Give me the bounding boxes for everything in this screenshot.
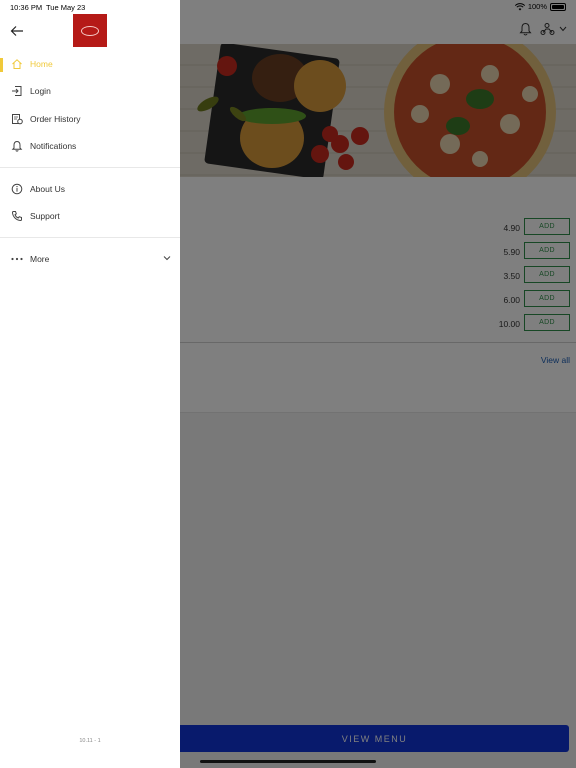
phone-icon (11, 211, 22, 222)
active-indicator (0, 58, 3, 72)
status-bar: 10:36 PM Tue May 23 100% (0, 0, 576, 14)
nav-item-label: Order History (30, 114, 81, 124)
nav-item-order-history[interactable]: Order History (0, 110, 180, 130)
wifi-icon (514, 2, 525, 10)
app-version: 10.11 - 1 (79, 738, 101, 744)
home-icon (12, 59, 22, 69)
drawer-backdrop[interactable] (180, 0, 576, 768)
drawer-divider (0, 167, 180, 168)
info-icon (11, 183, 23, 195)
nav-item-login[interactable]: Login (0, 82, 180, 102)
nav-item-label: Login (30, 86, 51, 96)
nav-item-about-us[interactable]: About Us (0, 180, 180, 200)
home-indicator (200, 760, 376, 763)
login-icon (12, 86, 22, 96)
nav-item-label: Home (30, 59, 53, 69)
nav-item-label: About Us (30, 184, 65, 194)
drawer-divider (0, 237, 180, 238)
battery-icon (550, 2, 566, 11)
side-drawer: Home Login Order History Notifications A… (0, 0, 180, 768)
nav-item-home[interactable]: Home (0, 55, 180, 75)
status-right: 100% (514, 2, 566, 11)
order-history-icon (12, 114, 23, 125)
nav-item-label: More (30, 254, 50, 264)
status-date: Tue May 23 (46, 3, 86, 12)
chevron-down-icon (163, 256, 171, 261)
bell-icon (11, 140, 23, 152)
logo-mark (81, 25, 99, 36)
nav-item-label: Notifications (30, 141, 77, 151)
battery-percent: 100% (527, 2, 547, 11)
more-dots-icon (11, 257, 23, 261)
restaurant-logo (73, 14, 107, 47)
back-arrow-icon[interactable] (10, 24, 24, 38)
nav-item-notifications[interactable]: Notifications (0, 137, 180, 157)
nav-item-support[interactable]: Support (0, 207, 180, 227)
nav-item-label: Support (30, 211, 60, 221)
status-time: 10:36 PM (10, 3, 43, 12)
nav-item-more[interactable]: More (0, 250, 180, 270)
